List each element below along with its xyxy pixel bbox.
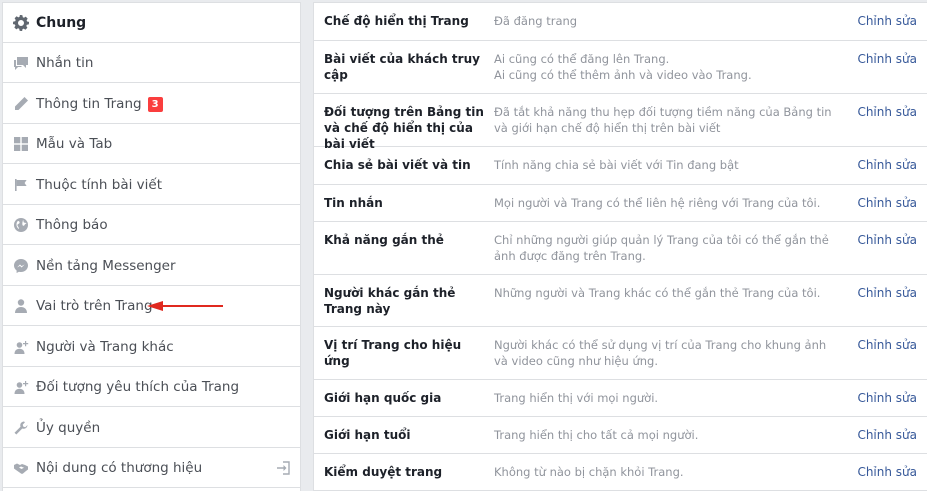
setting-description: Đã tắt khả năng thu hẹp đối tượng tiềm n… bbox=[494, 105, 832, 135]
pencil-icon bbox=[13, 96, 29, 112]
sidebar-item-label: Ủy quyền bbox=[36, 420, 101, 436]
edit-link[interactable]: Chỉnh sửa bbox=[857, 390, 917, 406]
notification-badge: 3 bbox=[147, 97, 163, 112]
wrench-icon bbox=[13, 420, 29, 436]
sidebar-item-people-other-pages[interactable]: Người và Trang khác bbox=[3, 327, 300, 367]
sidebar-item-general[interactable]: Chung bbox=[3, 3, 300, 43]
globe-icon bbox=[13, 217, 29, 233]
setting-name: Chế độ hiển thị Trang bbox=[324, 14, 469, 28]
setting-description: Trang hiển thị với mọi người. bbox=[494, 391, 659, 405]
sidebar-item-label: Đối tượng yêu thích của Trang bbox=[36, 379, 240, 395]
sidebar-item-templates-tabs[interactable]: Mẫu và Tab bbox=[3, 124, 300, 164]
settings-sidebar: Chung Nhắn tin Thông tin Trang 3 Mẫu và T… bbox=[2, 2, 301, 491]
setting-name: Kiểm duyệt trang bbox=[324, 465, 443, 479]
settings-row-sharing-stories: Chia sẻ bài viết và tin Tính năng chia s… bbox=[314, 147, 927, 185]
settings-row-visitor-posts: Bài viết của khách truy cập Ai cũng có t… bbox=[314, 41, 927, 94]
sidebar-item-messaging[interactable]: Nhắn tin bbox=[3, 43, 300, 83]
setting-name: Người khác gắn thẻ Trang này bbox=[324, 286, 456, 316]
edit-link[interactable]: Chỉnh sửa bbox=[857, 195, 917, 211]
chat-icon bbox=[13, 55, 29, 71]
sidebar-item-label: Mẫu và Tab bbox=[36, 136, 113, 152]
sidebar-item-authorizations[interactable]: Ủy quyền bbox=[3, 408, 300, 448]
setting-name: Giới hạn quốc gia bbox=[324, 391, 442, 405]
setting-name: Bài viết của khách truy cập bbox=[324, 52, 480, 82]
settings-row-others-tagging-page: Người khác gắn thẻ Trang này Những người… bbox=[314, 275, 927, 327]
settings-row-page-visibility: Chế độ hiển thị Trang Đã đăng trang Chỉn… bbox=[314, 3, 927, 41]
edit-link[interactable]: Chỉnh sửa bbox=[857, 104, 917, 120]
edit-link[interactable]: Chỉnh sửa bbox=[857, 285, 917, 301]
sidebar-item-label: Người và Trang khác bbox=[36, 339, 174, 355]
setting-name: Giới hạn tuổi bbox=[324, 428, 411, 442]
setting-name: Đối tượng trên Bảng tin và chế độ hiển t… bbox=[324, 105, 484, 151]
edit-link[interactable]: Chỉnh sửa bbox=[857, 232, 917, 248]
sidebar-item-label: Thông tin Trang 3 bbox=[36, 95, 163, 113]
sidebar-item-label: Nhắn tin bbox=[36, 55, 94, 71]
setting-name: Vị trí Trang cho hiệu ứng bbox=[324, 338, 462, 368]
sidebar-item-label: Chung bbox=[36, 15, 87, 31]
setting-description: Mọi người và Trang có thể liên hệ riêng … bbox=[494, 196, 821, 210]
setting-name: Chia sẻ bài viết và tin bbox=[324, 158, 471, 172]
setting-description: Tính năng chia sẻ bài viết với Tin đang … bbox=[494, 158, 739, 172]
person-icon bbox=[13, 298, 29, 314]
settings-row-page-location-effects: Vị trí Trang cho hiệu ứng Người khác có … bbox=[314, 327, 927, 380]
sidebar-item-label: Thuộc tính bài viết bbox=[36, 177, 163, 193]
sidebar-item-preferred-audience[interactable]: Đối tượng yêu thích của Trang bbox=[3, 367, 300, 407]
settings-row-tagging-ability: Khả năng gắn thẻ Chỉ những người giúp qu… bbox=[314, 222, 927, 275]
flag-icon bbox=[13, 177, 29, 193]
setting-description: Người khác có thể sử dụng vị trí của Tra… bbox=[494, 338, 827, 368]
messenger-icon bbox=[13, 258, 29, 274]
edit-link[interactable]: Chỉnh sửa bbox=[857, 157, 917, 173]
setting-description: Ai cũng có thể đăng lên Trang. Ai cũng có… bbox=[494, 52, 752, 82]
edit-link[interactable]: Chỉnh sửa bbox=[857, 13, 917, 29]
edit-link[interactable]: Chỉnh sửa bbox=[857, 464, 917, 480]
sidebar-item-label: Nền tảng Messenger bbox=[36, 258, 176, 274]
sidebar-item-messenger-platform[interactable]: Nền tảng Messenger bbox=[3, 246, 300, 286]
setting-description: Chỉ những người giúp quản lý Trang của t… bbox=[494, 233, 829, 263]
annotation-arrow bbox=[147, 301, 223, 311]
sidebar-item-post-attribution[interactable]: Thuộc tính bài viết bbox=[3, 165, 300, 205]
settings-row-page-moderation: Kiểm duyệt trang Không từ nào bị chặn kh… bbox=[314, 454, 927, 491]
setting-description: Những người và Trang khác có thể gắn thẻ… bbox=[494, 286, 821, 300]
person-plus-icon bbox=[13, 339, 29, 355]
sidebar-item-branded-content[interactable]: Nội dung có thương hiệu bbox=[3, 448, 300, 488]
sidebar-item-label: Vai trò trên Trang bbox=[36, 298, 153, 314]
setting-description: Đã đăng trang bbox=[494, 14, 578, 28]
person-plus-icon bbox=[13, 379, 29, 395]
edit-link[interactable]: Chỉnh sửa bbox=[857, 337, 917, 353]
sidebar-item-notifications[interactable]: Thông báo bbox=[3, 205, 300, 245]
setting-description: Trang hiển thị cho tất cả mọi người. bbox=[494, 428, 699, 442]
setting-name: Tin nhắn bbox=[324, 196, 383, 210]
sidebar-item-label: Thông báo bbox=[36, 217, 108, 233]
sidebar-item-label: Nội dung có thương hiệu bbox=[36, 460, 203, 476]
settings-row-messages: Tin nhắn Mọi người và Trang có thể liên … bbox=[314, 185, 927, 222]
sidebar-item-page-roles[interactable]: Vai trò trên Trang bbox=[3, 286, 300, 326]
settings-row-country-restrictions: Giới hạn quốc gia Trang hiển thị với mọi… bbox=[314, 380, 927, 417]
general-settings-table: Chế độ hiển thị Trang Đã đăng trang Chỉn… bbox=[313, 2, 927, 491]
sidebar-item-page-info[interactable]: Thông tin Trang 3 bbox=[3, 84, 300, 124]
setting-name: Khả năng gắn thẻ bbox=[324, 233, 444, 247]
setting-description: Không từ nào bị chặn khỏi Trang. bbox=[494, 465, 684, 479]
grid-icon bbox=[13, 136, 29, 152]
gear-icon bbox=[13, 15, 29, 31]
edit-link[interactable]: Chỉnh sửa bbox=[857, 427, 917, 443]
settings-row-age-restrictions: Giới hạn tuổi Trang hiển thị cho tất cả … bbox=[314, 417, 927, 454]
logout-icon bbox=[276, 460, 290, 479]
handshake-icon bbox=[13, 460, 29, 476]
edit-link[interactable]: Chỉnh sửa bbox=[857, 51, 917, 67]
settings-row-news-feed-audience: Đối tượng trên Bảng tin và chế độ hiển t… bbox=[314, 94, 927, 151]
